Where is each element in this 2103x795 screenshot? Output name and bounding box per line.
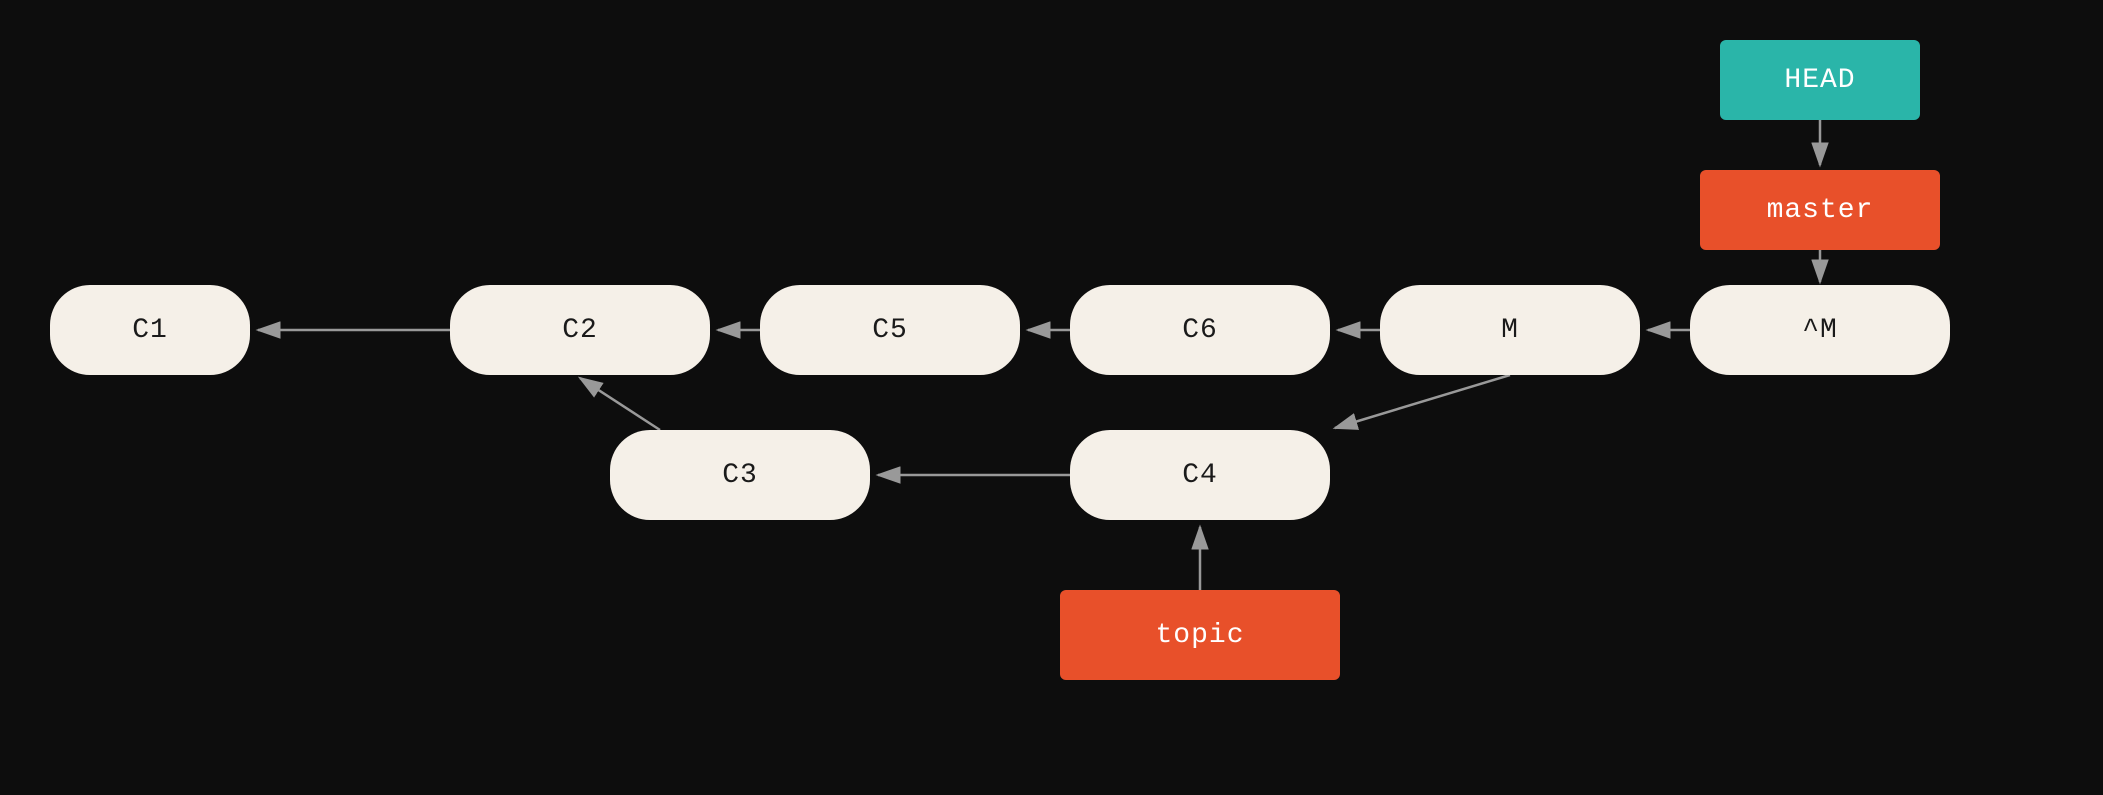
commit-c5: C5 [760, 285, 1020, 375]
commit-caret-m: ^M [1690, 285, 1950, 375]
commit-c4: C4 [1070, 430, 1330, 520]
git-diagram: HEAD master ^M M C6 C5 C2 C1 C4 C3 topic [0, 0, 2103, 795]
head-label: HEAD [1720, 40, 1920, 120]
commit-c3: C3 [610, 430, 870, 520]
commit-m: M [1380, 285, 1640, 375]
master-label: master [1700, 170, 1940, 250]
commit-c1: C1 [50, 285, 250, 375]
topic-label: topic [1060, 590, 1340, 680]
commit-c2: C2 [450, 285, 710, 375]
commit-c6: C6 [1070, 285, 1330, 375]
